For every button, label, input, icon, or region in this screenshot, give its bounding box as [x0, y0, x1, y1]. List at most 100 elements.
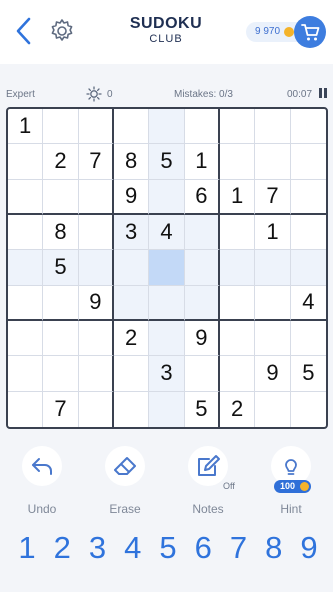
board-cell[interactable]: 2 [113, 320, 150, 357]
board-cell[interactable] [219, 285, 256, 321]
board-cell[interactable]: 4 [149, 214, 185, 251]
board-cell[interactable] [255, 109, 291, 145]
board-cell[interactable] [184, 356, 220, 392]
board-cell[interactable]: 1 [8, 109, 44, 145]
board-cell[interactable] [219, 109, 256, 145]
board-cell[interactable]: 9 [184, 320, 220, 357]
board-cell[interactable]: 7 [78, 144, 114, 180]
board-cell[interactable]: 1 [255, 214, 291, 251]
board-cell[interactable] [184, 109, 220, 145]
board-cell[interactable] [184, 285, 220, 321]
board-cell[interactable] [113, 285, 150, 321]
board-cell[interactable] [255, 391, 291, 427]
numpad-key[interactable]: 4 [117, 528, 149, 568]
hint-label: Hint [280, 502, 302, 516]
notes-button[interactable]: Off Notes [180, 446, 236, 516]
board-cell[interactable] [149, 109, 185, 145]
board-cell[interactable]: 3 [113, 214, 150, 251]
board-cell[interactable]: 4 [290, 286, 326, 321]
board-cell[interactable] [43, 179, 79, 215]
board-cell[interactable] [255, 285, 291, 321]
board-cell[interactable]: 7 [43, 391, 79, 427]
board-cell[interactable]: 7 [255, 179, 291, 215]
board-cell[interactable]: 1 [184, 144, 220, 180]
numpad-key[interactable]: 5 [152, 528, 184, 568]
board-cell[interactable] [255, 320, 291, 357]
board-cell[interactable] [78, 179, 114, 215]
board-cell[interactable] [43, 285, 79, 321]
board-cell[interactable] [8, 179, 44, 215]
board-cell[interactable]: 2 [43, 144, 79, 180]
board-cell[interactable] [78, 250, 114, 286]
board-cell[interactable] [290, 215, 326, 251]
board-cell[interactable] [149, 250, 185, 286]
board-cell[interactable] [219, 320, 256, 357]
board-cell[interactable] [8, 391, 44, 427]
board-cell[interactable] [290, 180, 326, 215]
board-cell[interactable] [8, 144, 44, 180]
board-cell[interactable]: 1 [219, 179, 256, 215]
board-cell[interactable] [219, 214, 256, 251]
board-cell[interactable]: 8 [113, 144, 150, 180]
board-cell[interactable] [43, 109, 79, 145]
board-cell[interactable]: 8 [43, 214, 79, 251]
board-cell[interactable] [43, 356, 79, 392]
board-cell[interactable] [8, 250, 44, 286]
board-cell[interactable] [114, 391, 150, 427]
board-cell[interactable]: 9 [78, 285, 114, 321]
board-cell[interactable] [149, 320, 185, 357]
board-cell[interactable] [290, 109, 326, 145]
board-cell[interactable] [149, 179, 185, 215]
settings-button[interactable] [48, 17, 76, 45]
board-cell[interactable] [79, 391, 114, 427]
numpad-key[interactable]: 6 [187, 528, 219, 568]
board-cell[interactable] [78, 109, 114, 145]
board-cell[interactable] [184, 250, 220, 286]
board-cell[interactable] [43, 320, 79, 357]
shop-button[interactable] [294, 16, 326, 48]
board-cell[interactable] [219, 356, 256, 392]
numpad-key[interactable]: 2 [46, 528, 78, 568]
board-cell[interactable]: 5 [185, 391, 220, 427]
board-cell[interactable] [78, 214, 114, 251]
board-cell[interactable] [8, 214, 44, 251]
undo-button[interactable]: Undo [14, 446, 70, 516]
board-cell[interactable]: 9 [255, 356, 291, 392]
hint-button[interactable]: 100 Hint [263, 446, 319, 516]
board-cell[interactable] [113, 250, 150, 286]
board-cell[interactable] [113, 109, 150, 145]
board-cell[interactable] [149, 285, 185, 321]
board-cell[interactable] [149, 391, 185, 427]
board-cell[interactable]: 6 [184, 179, 220, 215]
board-cell[interactable] [78, 320, 114, 357]
erase-button[interactable]: Erase [97, 446, 153, 516]
board-cell[interactable] [290, 321, 326, 357]
board-cell[interactable] [219, 250, 256, 286]
board-cell[interactable]: 9 [113, 179, 150, 215]
numpad-key[interactable]: 9 [293, 528, 325, 568]
board-cell[interactable] [8, 320, 44, 357]
numpad-key[interactable]: 8 [258, 528, 290, 568]
board-cell[interactable] [255, 250, 291, 286]
numpad-key[interactable]: 7 [223, 528, 255, 568]
pause-icon[interactable] [319, 88, 327, 98]
back-button[interactable] [10, 14, 38, 48]
board-cell[interactable]: 3 [149, 356, 185, 392]
board-cell[interactable] [113, 356, 150, 392]
numpad-key[interactable]: 1 [11, 528, 43, 568]
board-cell[interactable] [291, 392, 326, 427]
board-cell[interactable]: 2 [220, 391, 256, 427]
board-cell[interactable]: 5 [43, 250, 79, 286]
coin-balance[interactable]: 9 970 [246, 22, 298, 42]
board-cell[interactable] [290, 250, 326, 286]
numpad-key[interactable]: 3 [82, 528, 114, 568]
board-cell[interactable] [184, 214, 220, 251]
board-cell[interactable] [8, 356, 44, 392]
board-cell[interactable] [255, 144, 291, 180]
board-cell[interactable] [8, 285, 44, 321]
board-cell[interactable] [290, 144, 326, 180]
board-cell[interactable] [219, 144, 256, 180]
board-cell[interactable] [78, 356, 114, 392]
board-cell[interactable]: 5 [290, 356, 326, 392]
board-cell[interactable]: 5 [149, 144, 185, 180]
